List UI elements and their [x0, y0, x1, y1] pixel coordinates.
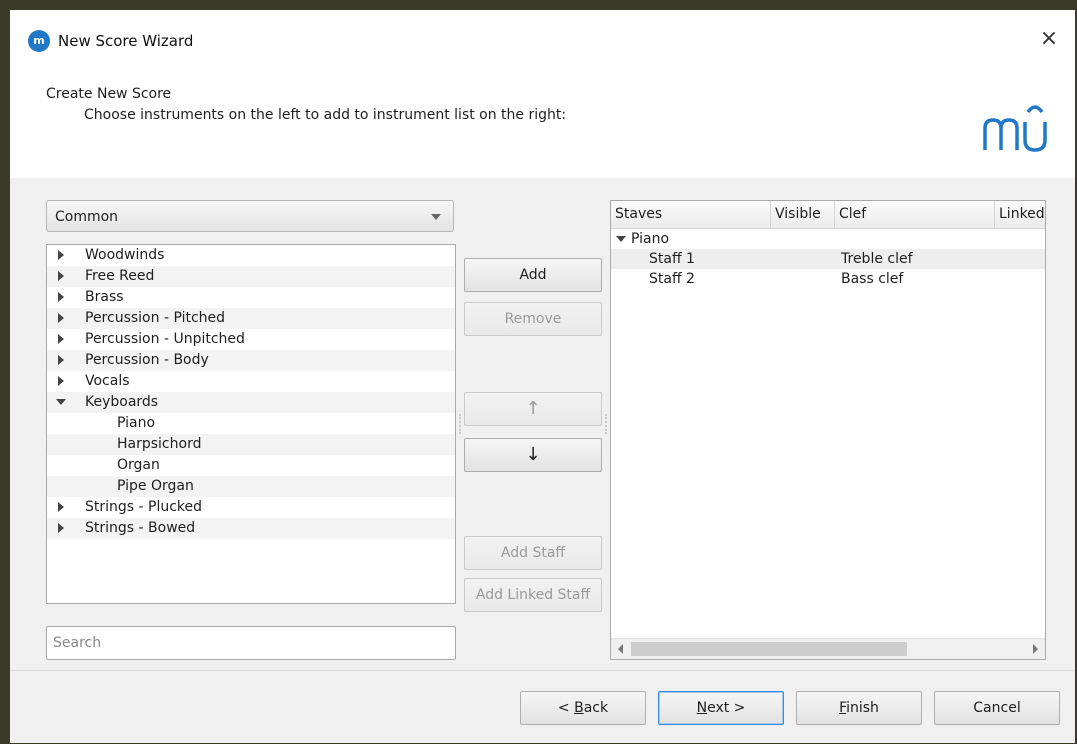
cancel-button[interactable]: Cancel: [934, 691, 1060, 725]
move-down-button[interactable]: ↓: [464, 438, 602, 472]
instrument-category-select[interactable]: Common: [46, 200, 454, 232]
title-bar: m New Score Wizard ×: [10, 10, 1075, 72]
staves-header: Staves Visible Clef Linked: [611, 201, 1045, 229]
expand-right-icon[interactable]: [58, 334, 64, 344]
expand-down-icon[interactable]: [56, 399, 66, 405]
instrument-name: Piano: [631, 231, 670, 247]
scroll-right-button[interactable]: [1025, 639, 1045, 659]
next-button[interactable]: Next >: [658, 691, 784, 725]
staff-row[interactable]: Staff 1 Treble clef: [611, 249, 1045, 269]
add-button[interactable]: Add: [464, 258, 602, 292]
staff-name: Staff 1: [649, 251, 695, 267]
remove-button[interactable]: Remove: [464, 302, 602, 336]
instrument-group[interactable]: Strings - Plucked: [47, 497, 455, 518]
expand-right-icon[interactable]: [58, 523, 64, 533]
chevron-down-icon: [431, 214, 441, 220]
tree-item-label: Percussion - Unpitched: [85, 331, 245, 347]
tree-item-label: Keyboards: [85, 394, 159, 410]
scroll-thumb[interactable]: [631, 642, 907, 656]
column-header-clef[interactable]: Clef: [835, 201, 995, 228]
back-button[interactable]: < Back: [520, 691, 646, 725]
instrument-item[interactable]: Pipe Organ: [47, 476, 455, 497]
tree-item-label: Strings - Plucked: [85, 499, 203, 515]
column-header-staves[interactable]: Staves: [611, 201, 771, 228]
instrument-item[interactable]: Harpsichord: [47, 434, 455, 455]
expand-right-icon[interactable]: [58, 292, 64, 302]
instrument-item[interactable]: Organ: [47, 455, 455, 476]
chevron-left-icon: [618, 644, 623, 654]
instrument-group[interactable]: Brass: [47, 287, 455, 308]
wizard-window: m New Score Wizard × Create New Score Ch…: [0, 0, 1077, 744]
tree-item-label: Harpsichord: [117, 436, 202, 452]
wizard-body: Common Woodwinds Free Reed Brass Percussion…: [10, 178, 1075, 670]
page-subtitle: Choose instruments on the left to add to…: [84, 107, 567, 123]
splitter-handle[interactable]: [459, 414, 463, 434]
splitter-handle[interactable]: [605, 414, 609, 434]
tree-item-label: Free Reed: [85, 268, 155, 284]
instrument-row[interactable]: Piano: [611, 229, 1045, 249]
staves-list[interactable]: Staves Visible Clef Linked Piano Staff 1…: [610, 200, 1046, 660]
column-header-linked[interactable]: Linked: [995, 201, 1045, 228]
move-up-button[interactable]: ↑: [464, 392, 602, 426]
search-input[interactable]: [46, 626, 456, 660]
instrument-tree[interactable]: Woodwinds Free Reed Brass Percussion - Pitc…: [46, 244, 456, 604]
instrument-item[interactable]: Piano: [47, 413, 455, 434]
add-staff-button[interactable]: Add Staff: [464, 536, 602, 570]
horizontal-scrollbar[interactable]: [611, 638, 1045, 659]
staff-row[interactable]: Staff 2 Bass clef: [611, 269, 1045, 289]
instrument-group[interactable]: Percussion - Pitched: [47, 308, 455, 329]
musescore-logo-icon: [983, 105, 1047, 152]
next-rest: ext >: [707, 700, 746, 716]
expand-right-icon[interactable]: [58, 271, 64, 281]
expand-right-icon[interactable]: [58, 313, 64, 323]
instrument-group[interactable]: Percussion - Unpitched: [47, 329, 455, 350]
expand-down-icon[interactable]: [616, 236, 626, 242]
tree-item-label: Organ: [117, 457, 160, 473]
instrument-group[interactable]: Strings - Bowed: [47, 518, 455, 539]
tree-item-label: Percussion - Pitched: [85, 310, 226, 326]
arrow-up-icon: ↑: [525, 398, 541, 419]
category-value: Common: [55, 209, 119, 225]
window-title: New Score Wizard: [58, 32, 194, 50]
instrument-group[interactable]: Free Reed: [47, 266, 455, 287]
column-header-visible[interactable]: Visible: [771, 201, 835, 228]
scroll-left-button[interactable]: [611, 639, 631, 659]
tree-item-label: Strings - Bowed: [85, 520, 196, 536]
staff-clef: Bass clef: [841, 271, 904, 287]
staff-clef: Treble clef: [841, 251, 913, 267]
page-title: Create New Score: [46, 86, 172, 102]
instrument-group[interactable]: Percussion - Body: [47, 350, 455, 371]
tree-item-label: Pipe Organ: [117, 478, 194, 494]
finish-rest: inish: [846, 700, 879, 716]
back-accel: B: [574, 700, 584, 716]
expand-right-icon[interactable]: [58, 250, 64, 260]
add-linked-staff-button[interactable]: Add Linked Staff: [464, 578, 602, 612]
finish-button[interactable]: Finish: [796, 691, 922, 725]
tree-item-label: Piano: [117, 415, 156, 431]
wizard-footer: < Back Next > Finish Cancel: [10, 670, 1075, 743]
back-rest: ack: [583, 700, 609, 716]
close-button[interactable]: ×: [1037, 26, 1061, 51]
arrow-down-icon: ↓: [525, 444, 541, 465]
expand-right-icon[interactable]: [58, 355, 64, 365]
tree-item-label: Percussion - Body: [85, 352, 209, 368]
expand-right-icon[interactable]: [58, 502, 64, 512]
expand-right-icon[interactable]: [58, 376, 64, 386]
wizard-header: Create New Score Choose instruments on t…: [10, 72, 1075, 179]
back-prefix: <: [557, 700, 575, 716]
instrument-group[interactable]: Woodwinds: [47, 245, 455, 266]
next-accel: N: [696, 700, 708, 716]
instrument-group[interactable]: Vocals: [47, 371, 455, 392]
tree-item-label: Brass: [85, 289, 124, 305]
tree-item-label: Vocals: [85, 373, 130, 389]
chevron-right-icon: [1033, 644, 1038, 654]
musescore-icon: m: [28, 30, 50, 52]
instrument-group[interactable]: Keyboards: [47, 392, 455, 413]
tree-item-label: Woodwinds: [85, 247, 165, 263]
staff-name: Staff 2: [649, 271, 695, 287]
